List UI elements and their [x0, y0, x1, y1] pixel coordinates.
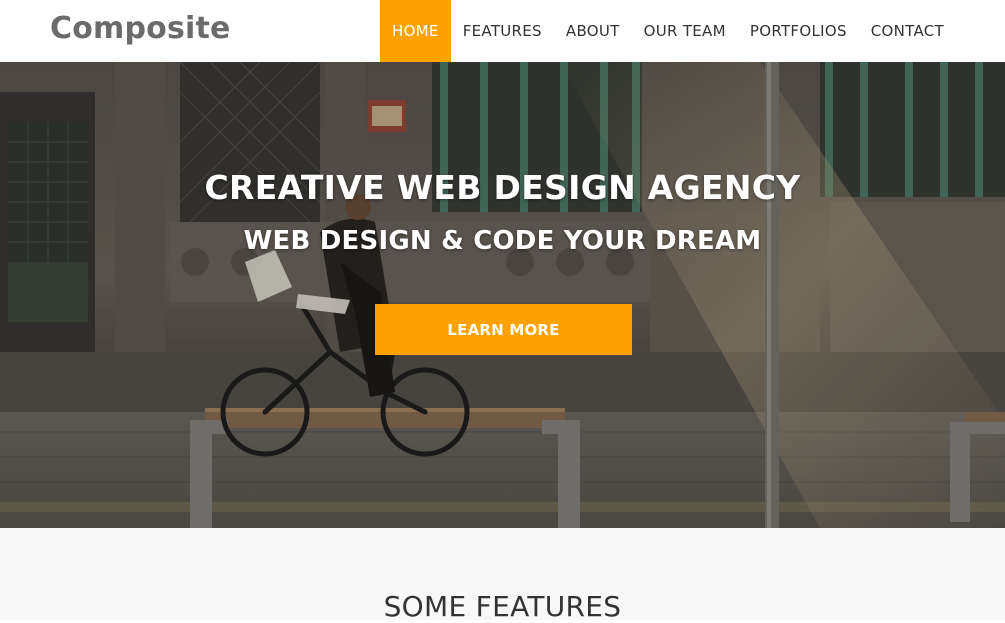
nav-item-our-team[interactable]: OUR TEAM — [632, 0, 738, 62]
features-section: SOME FEATURES — [0, 528, 1005, 623]
hero-section: CREATIVE WEB DESIGN AGENCY WEB DESIGN & … — [0, 62, 1005, 528]
features-title: SOME FEATURES — [383, 590, 622, 623]
site-header: Composite HOME FEATURES ABOUT OUR TEAM P… — [0, 0, 1005, 62]
hero-subtitle: WEB DESIGN & CODE YOUR DREAM — [243, 226, 762, 256]
hero-overlay — [0, 62, 1005, 528]
nav-item-home[interactable]: HOME — [380, 0, 451, 62]
main-nav: HOME FEATURES ABOUT OUR TEAM PORTFOLIOS … — [380, 0, 956, 62]
nav-item-portfolios[interactable]: PORTFOLIOS — [738, 0, 859, 62]
nav-item-features[interactable]: FEATURES — [451, 0, 554, 62]
hero-title: CREATIVE WEB DESIGN AGENCY — [204, 168, 801, 207]
nav-item-about[interactable]: ABOUT — [554, 0, 632, 62]
learn-more-button[interactable]: LEARN MORE — [375, 304, 632, 355]
brand-logo[interactable]: Composite — [50, 11, 231, 46]
nav-item-contact[interactable]: CONTACT — [859, 0, 956, 62]
